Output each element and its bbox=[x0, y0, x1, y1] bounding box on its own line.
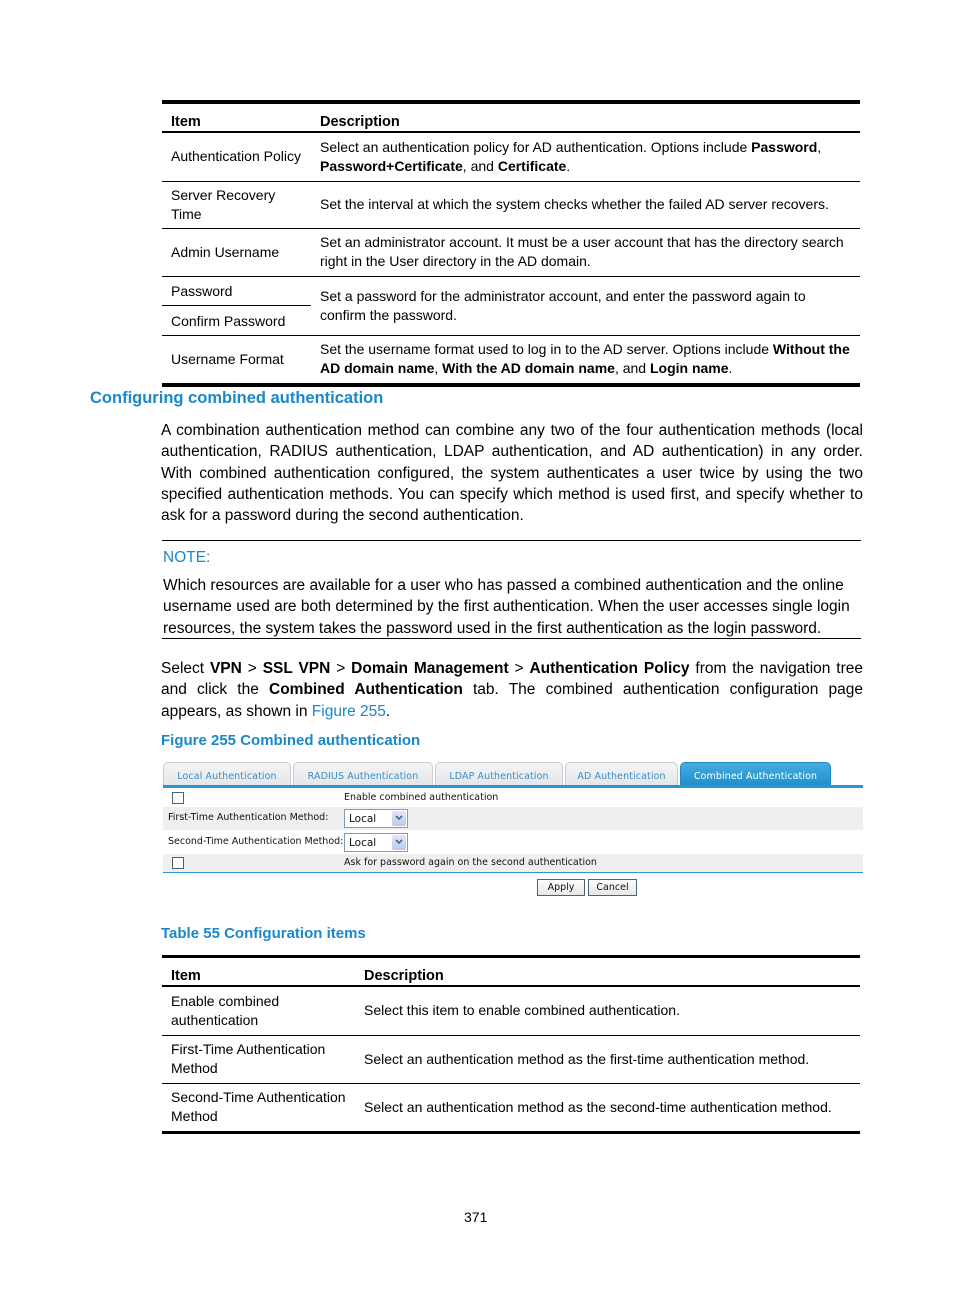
description-cell: Set a password for the administrator acc… bbox=[311, 276, 860, 336]
combined-authentication-form: Local Authentication RADIUS Authenticati… bbox=[163, 761, 863, 901]
ask-password-checkbox[interactable] bbox=[172, 857, 184, 869]
table-row: Admin Username Set an administrator acco… bbox=[162, 228, 860, 277]
second-method-label: Second-Time Authentication Method: bbox=[168, 836, 344, 847]
configuration-items-table: Item Description Enable combined authent… bbox=[162, 955, 860, 1134]
item-cell: Admin Username bbox=[162, 228, 311, 277]
tab-strip: Local Authentication RADIUS Authenticati… bbox=[163, 761, 863, 788]
table-row: First-Time Authentication Method Select … bbox=[162, 1035, 860, 1084]
desc-text: , bbox=[817, 138, 822, 155]
item-cell: Username Format bbox=[171, 350, 284, 367]
enable-row: Enable combined authentication bbox=[163, 788, 863, 808]
text: . bbox=[385, 702, 391, 720]
desc-text: , and bbox=[462, 157, 498, 174]
first-method-label: First-Time Authentication Method: bbox=[168, 812, 329, 823]
first-method-select[interactable]: Local bbox=[344, 809, 408, 828]
desc-text: . bbox=[566, 157, 571, 174]
section-heading: Configuring combined authentication bbox=[90, 389, 384, 407]
second-method-row: Second-Time Authentication Method: Local bbox=[163, 831, 863, 854]
option-password: Password bbox=[751, 138, 818, 155]
column-header-description: Description bbox=[355, 958, 860, 987]
description-cell: Set the interval at which the system che… bbox=[311, 181, 860, 229]
tab-combined-authentication[interactable]: Combined Authentication bbox=[680, 762, 831, 786]
item-cell: Password Confirm Password bbox=[162, 276, 311, 336]
description-cell: Select an authentication method as the s… bbox=[364, 1098, 832, 1115]
column-header-item: Item bbox=[162, 958, 355, 987]
nav-authentication-policy: Authentication Policy bbox=[529, 660, 690, 677]
separator: > bbox=[508, 660, 530, 677]
chevron-down-icon bbox=[392, 835, 406, 850]
chevron-down-icon bbox=[392, 811, 406, 826]
table-caption: Table 55 Configuration items bbox=[161, 925, 366, 942]
figure-caption: Figure 255 Combined authentication bbox=[161, 732, 421, 749]
cancel-button[interactable]: Cancel bbox=[588, 879, 637, 896]
description-cell: Set the username format used to log in t… bbox=[311, 335, 860, 383]
separator: > bbox=[241, 660, 263, 677]
form-divider bbox=[163, 872, 863, 873]
description-cell: Select an authentication method as the f… bbox=[355, 1035, 860, 1084]
desc-text: . bbox=[728, 360, 733, 377]
tab-radius-authentication[interactable]: RADIUS Authentication bbox=[293, 762, 433, 786]
option-password-certificate: Password+Certificate bbox=[320, 157, 463, 174]
column-header-item: Item bbox=[162, 104, 311, 133]
second-method-select[interactable]: Local bbox=[344, 833, 408, 852]
enable-combined-checkbox[interactable] bbox=[172, 792, 184, 804]
desc-text: , and bbox=[614, 360, 650, 377]
table-row: Server Recovery Time Set the interval at… bbox=[162, 181, 860, 229]
item-cell: Server Recovery Time bbox=[162, 181, 311, 229]
figure-link[interactable]: Figure 255 bbox=[312, 703, 386, 720]
apply-button[interactable]: Apply bbox=[537, 879, 585, 896]
tab-ad-authentication[interactable]: AD Authentication bbox=[565, 762, 678, 786]
ad-settings-table: Item Description Authentication Policy S… bbox=[162, 100, 860, 387]
tab-local-authentication[interactable]: Local Authentication bbox=[163, 762, 291, 786]
table-row: Enable combined authentication Select th… bbox=[162, 986, 860, 1036]
option-with-domain: With the AD domain name bbox=[442, 360, 615, 377]
second-method-value: Local bbox=[349, 837, 377, 849]
enable-combined-label: Enable combined authentication bbox=[344, 792, 499, 803]
nav-vpn: VPN bbox=[209, 660, 242, 677]
instruction-paragraph: Select VPN > SSL VPN > Domain Management… bbox=[161, 658, 863, 722]
text: Select bbox=[161, 660, 210, 677]
option-login-name: Login name bbox=[649, 360, 729, 377]
first-method-value: Local bbox=[349, 813, 377, 825]
table-row: Username Format Set the username format … bbox=[162, 335, 860, 383]
tab-ldap-authentication[interactable]: LDAP Authentication bbox=[435, 762, 563, 786]
item-password: Password bbox=[162, 277, 311, 306]
nav-domain-management: Domain Management bbox=[351, 660, 509, 677]
option-certificate: Certificate bbox=[497, 157, 567, 174]
item-cell: Second-Time Authentication Method bbox=[171, 1089, 346, 1125]
first-method-row: First-Time Authentication Method: Local bbox=[163, 807, 863, 830]
description-cell: Set an administrator account. It must be… bbox=[311, 228, 860, 277]
separator: > bbox=[330, 660, 352, 677]
tab-name-combined-authentication: Combined Authentication bbox=[269, 681, 463, 699]
nav-ssl-vpn: SSL VPN bbox=[262, 660, 331, 677]
ask-password-row: Ask for password again on the second aut… bbox=[163, 854, 863, 872]
page-number: 371 bbox=[464, 1209, 488, 1225]
description-cell: Select this item to enable combined auth… bbox=[355, 986, 860, 1036]
item-cell: Enable combined authentication bbox=[162, 986, 355, 1036]
item-cell: First-Time Authentication Method bbox=[162, 1035, 355, 1084]
note-text: Which resources are available for a user… bbox=[163, 577, 850, 637]
desc-text: , bbox=[434, 360, 443, 377]
ask-password-label: Ask for password again on the second aut… bbox=[344, 857, 597, 868]
note-label: NOTE: bbox=[163, 549, 211, 566]
table-header-row: Item Description bbox=[162, 104, 860, 133]
intro-paragraph: A combination authentication method can … bbox=[161, 422, 863, 525]
column-header-description: Description bbox=[311, 104, 860, 133]
desc-text: Set the username format used to log in t… bbox=[320, 341, 773, 358]
note-box: NOTE: Which resources are available for … bbox=[162, 540, 861, 639]
desc-text: Select an authentication policy for AD a… bbox=[320, 138, 752, 155]
description-cell: Select an authentication policy for AD a… bbox=[311, 132, 860, 182]
table-row: Password Confirm Password Set a password… bbox=[162, 276, 860, 336]
item-cell: Authentication Policy bbox=[162, 132, 311, 182]
table-header-row: Item Description bbox=[162, 958, 860, 987]
table-row: Authentication Policy Select an authenti… bbox=[162, 132, 860, 182]
item-confirm-password: Confirm Password bbox=[171, 312, 286, 329]
table-row: Second-Time Authentication Method Select… bbox=[162, 1083, 860, 1131]
